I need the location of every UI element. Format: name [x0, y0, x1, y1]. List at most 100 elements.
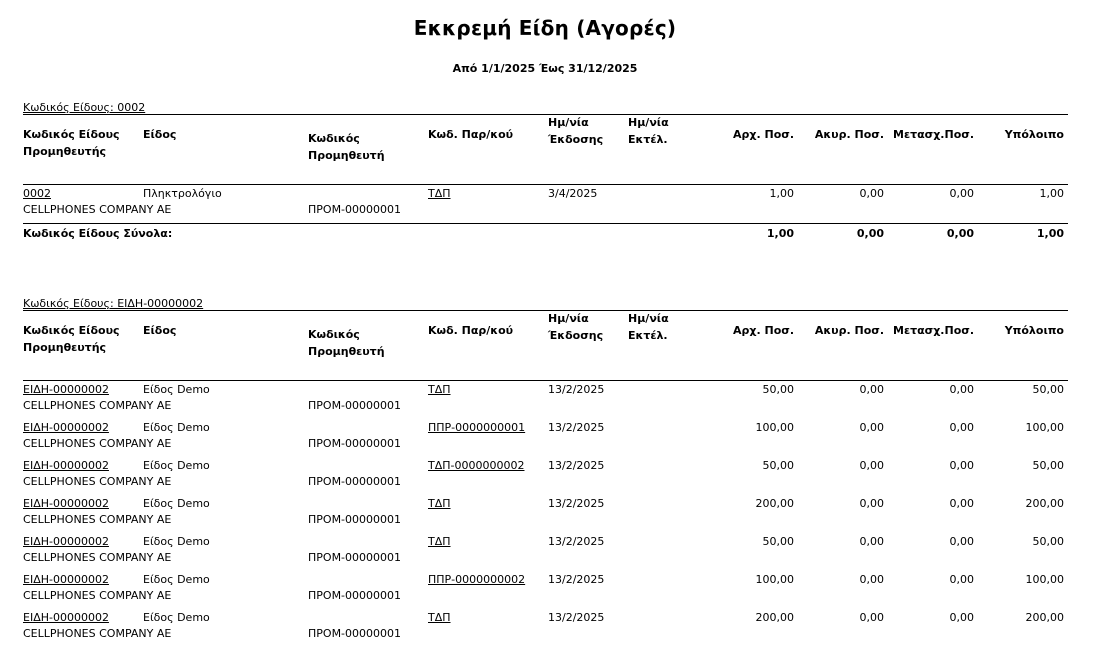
- balance-qty: 200,00: [1025, 497, 1065, 510]
- item-description: Είδος Demo: [143, 573, 210, 586]
- document-code-link[interactable]: ΤΔΠ: [428, 383, 451, 397]
- supplier-name: CELLPHONES COMPANY AE: [23, 627, 172, 640]
- issue-date: 13/2/2025: [548, 497, 605, 510]
- supplier-code: ΠΡΟΜ-00000001: [308, 589, 402, 602]
- issue-date: 13/2/2025: [548, 535, 605, 548]
- cancelled-qty: 0,00: [859, 611, 885, 624]
- column-header-supplier-code: Κωδικός Προμηθευτή: [308, 328, 385, 358]
- issue-date: 3/4/2025: [548, 187, 598, 200]
- document-code-link[interactable]: ΤΔΠ-0000000002: [428, 459, 524, 473]
- column-header-cancel-qty: Ακυρ. Ποσ.: [814, 324, 884, 337]
- item-code-link[interactable]: ΕΙΔΗ-00000002: [23, 421, 109, 435]
- issue-date: 13/2/2025: [548, 573, 605, 586]
- item-code-link[interactable]: 0002: [23, 187, 51, 201]
- column-header-issue-date: Ημ/νία Έκδοσης: [548, 116, 604, 146]
- totals-balance-qty: 1,00: [1036, 227, 1064, 240]
- item-code-link[interactable]: ΕΙΔΗ-00000002: [23, 573, 109, 587]
- column-header-balance: Υπόλοιπο: [1004, 128, 1064, 141]
- balance-qty: 100,00: [1025, 573, 1065, 586]
- group-label: Κωδικός Είδους: 0002: [23, 101, 146, 114]
- original-qty: 200,00: [755, 497, 795, 510]
- transformed-qty: 0,00: [949, 459, 975, 472]
- item-description: Είδος Demo: [143, 421, 210, 434]
- original-qty: 200,00: [755, 611, 795, 624]
- item-group: Κωδικός Είδους: ΕΙΔΗ-00000002 Κωδικός Είδ…: [23, 297, 1068, 640]
- document-code-link[interactable]: ΠΠΡ-0000000001: [428, 421, 525, 435]
- balance-qty: 100,00: [1025, 421, 1065, 434]
- header-bottom-divider: [23, 184, 1068, 185]
- supplier-code: ΠΡΟΜ-00000001: [308, 203, 402, 216]
- column-header-item: Είδος: [143, 324, 177, 337]
- column-header-supplier-item-code: Κωδικός Είδους Προμηθευτής: [23, 128, 120, 158]
- column-header-orig-qty: Αρχ. Ποσ.: [733, 128, 794, 141]
- totals-original-qty: 1,00: [766, 227, 794, 240]
- column-header-exec-date: Ημ/νία Εκτέλ.: [628, 116, 669, 146]
- cancelled-qty: 0,00: [859, 535, 885, 548]
- transformed-qty: 0,00: [949, 535, 975, 548]
- column-header-supplier-item-code: Κωδικός Είδους Προμηθευτής: [23, 324, 120, 354]
- issue-date: 13/2/2025: [548, 383, 605, 396]
- supplier-code: ΠΡΟΜ-00000001: [308, 399, 402, 412]
- totals-cancelled-qty: 0,00: [856, 227, 884, 240]
- balance-qty: 200,00: [1025, 611, 1065, 624]
- transformed-qty: 0,00: [949, 573, 975, 586]
- column-header-supplier-code: Κωδικός Προμηθευτή: [308, 132, 385, 162]
- item-code-link[interactable]: ΕΙΔΗ-00000002: [23, 383, 109, 397]
- header-bottom-divider: [23, 380, 1068, 381]
- cancelled-qty: 0,00: [859, 459, 885, 472]
- transformed-qty: 0,00: [949, 611, 975, 624]
- totals-transformed-qty: 0,00: [946, 227, 974, 240]
- cancelled-qty: 0,00: [859, 383, 885, 396]
- issue-date: 13/2/2025: [548, 459, 605, 472]
- item-code-link[interactable]: ΕΙΔΗ-00000002: [23, 459, 109, 473]
- cancelled-qty: 0,00: [859, 421, 885, 434]
- supplier-name: CELLPHONES COMPANY AE: [23, 513, 172, 526]
- original-qty: 50,00: [762, 383, 795, 396]
- item-code-link[interactable]: ΕΙΔΗ-00000002: [23, 497, 109, 511]
- balance-qty: 50,00: [1032, 535, 1065, 548]
- column-header-issue-date: Ημ/νία Έκδοσης: [548, 312, 604, 342]
- item-description: Πληκτρολόγιο: [143, 187, 222, 200]
- document-code-link[interactable]: ΤΔΠ: [428, 535, 451, 549]
- column-header-cancel-qty: Ακυρ. Ποσ.: [814, 128, 884, 141]
- item-description: Είδος Demo: [143, 535, 210, 548]
- supplier-name: CELLPHONES COMPANY AE: [23, 475, 172, 488]
- original-qty: 100,00: [755, 421, 795, 434]
- balance-qty: 50,00: [1032, 459, 1065, 472]
- transformed-qty: 0,00: [949, 187, 975, 200]
- item-description: Είδος Demo: [143, 383, 210, 396]
- report-title: Εκκρεμή Είδη (Αγορές): [413, 16, 677, 40]
- header-top-divider: [23, 310, 1068, 311]
- issue-date: 13/2/2025: [548, 421, 605, 434]
- column-header-doc-code: Κωδ. Παρ/κού: [428, 128, 514, 141]
- item-group: Κωδικός Είδους: 0002 Κωδικός Είδους Προμη…: [23, 101, 1068, 240]
- supplier-name: CELLPHONES COMPANY AE: [23, 437, 172, 450]
- transformed-qty: 0,00: [949, 421, 975, 434]
- column-header-transf-qty: Μετασχ.Ποσ.: [893, 128, 974, 141]
- column-header-item: Είδος: [143, 128, 177, 141]
- cancelled-qty: 0,00: [859, 187, 885, 200]
- supplier-code: ΠΡΟΜ-00000001: [308, 551, 402, 564]
- supplier-name: CELLPHONES COMPANY AE: [23, 203, 172, 216]
- document-code-link[interactable]: ΤΔΠ: [428, 187, 451, 201]
- document-code-link[interactable]: ΠΠΡ-0000000002: [428, 573, 525, 587]
- column-header-exec-date: Ημ/νία Εκτέλ.: [628, 312, 669, 342]
- transformed-qty: 0,00: [949, 383, 975, 396]
- totals-label: Κωδικός Είδους Σύνολα:: [23, 227, 173, 240]
- column-header-orig-qty: Αρχ. Ποσ.: [733, 324, 794, 337]
- item-code-link[interactable]: ΕΙΔΗ-00000002: [23, 611, 109, 625]
- supplier-code: ΠΡΟΜ-00000001: [308, 627, 402, 640]
- item-description: Είδος Demo: [143, 497, 210, 510]
- original-qty: 100,00: [755, 573, 795, 586]
- document-code-link[interactable]: ΤΔΠ: [428, 611, 451, 625]
- cancelled-qty: 0,00: [859, 497, 885, 510]
- balance-qty: 50,00: [1032, 383, 1065, 396]
- supplier-code: ΠΡΟΜ-00000001: [308, 475, 402, 488]
- supplier-name: CELLPHONES COMPANY AE: [23, 399, 172, 412]
- column-header-doc-code: Κωδ. Παρ/κού: [428, 324, 514, 337]
- document-code-link[interactable]: ΤΔΠ: [428, 497, 451, 511]
- original-qty: 50,00: [762, 535, 795, 548]
- supplier-name: CELLPHONES COMPANY AE: [23, 589, 172, 602]
- item-code-link[interactable]: ΕΙΔΗ-00000002: [23, 535, 109, 549]
- supplier-name: CELLPHONES COMPANY AE: [23, 551, 172, 564]
